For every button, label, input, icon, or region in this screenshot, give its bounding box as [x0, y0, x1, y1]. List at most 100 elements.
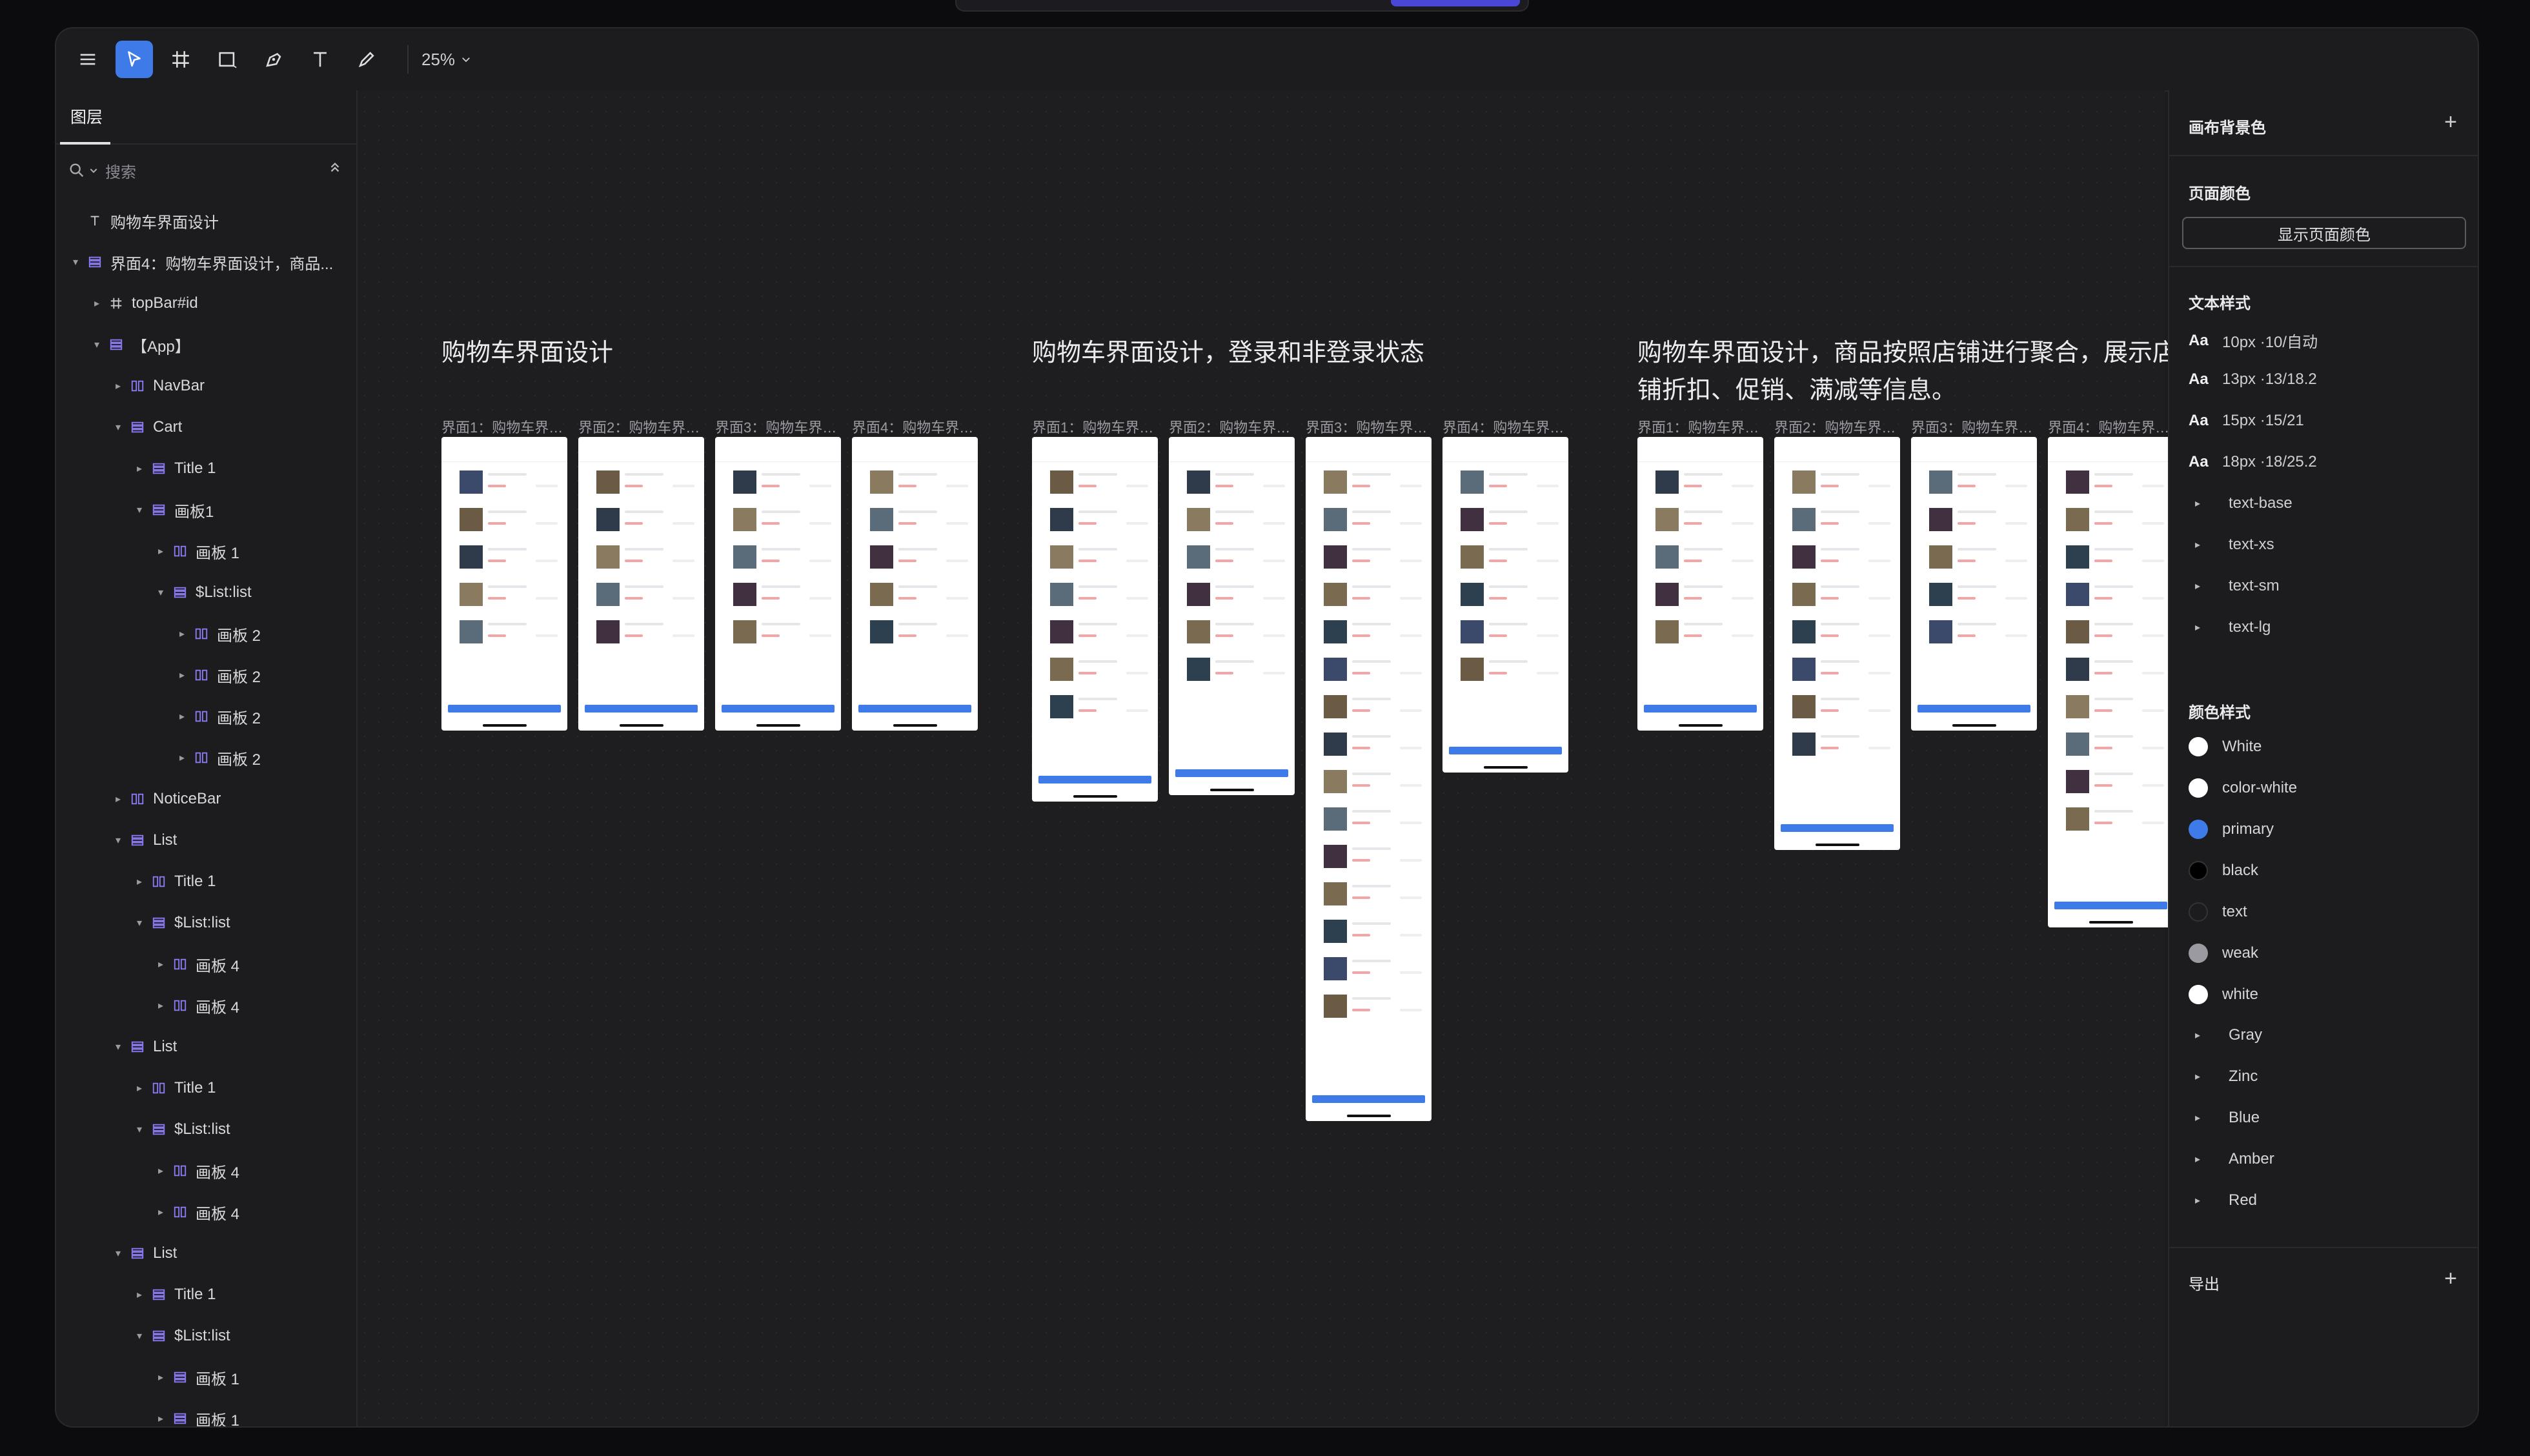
phone-frame[interactable]	[578, 437, 704, 731]
add-export-plus-icon[interactable]: +	[2444, 1266, 2457, 1291]
collapsed-caret-icon[interactable]: ▸	[153, 999, 168, 1012]
collapsed-caret-icon[interactable]: ▸	[132, 462, 147, 475]
collapsed-caret-icon[interactable]: ▸	[110, 793, 126, 805]
layer-row[interactable]: ▾ $List:list	[56, 1109, 356, 1150]
zoom-dropdown[interactable]: 25%	[421, 50, 472, 70]
expanded-caret-icon[interactable]: ▾	[110, 1040, 126, 1053]
frame-label[interactable]: 界面1：购物车界…	[441, 416, 567, 437]
group-title-2[interactable]: 购物车界面设计，登录和非登录状态	[1032, 334, 1548, 372]
layer-row[interactable]: ▾ Cart	[56, 407, 356, 448]
layer-row[interactable]: ▸ 画板 4	[56, 1150, 356, 1191]
expanded-caret-icon[interactable]: ▾	[132, 1330, 147, 1342]
expanded-caret-icon[interactable]: ▾	[68, 256, 83, 268]
color-style-group[interactable]: ▸ Zinc	[2189, 1067, 2258, 1086]
layer-row[interactable]: ▾ 画板1	[56, 489, 356, 531]
layer-row[interactable]: ▾ 【App】	[56, 324, 356, 365]
group-title-3[interactable]: 购物车界面设计，商品按照店铺进行聚合，展示店铺折扣、促销、满减等信息。	[1637, 334, 2192, 409]
frame-icon[interactable]	[162, 41, 199, 78]
phone-frame[interactable]	[1306, 437, 1432, 1121]
phone-frame[interactable]	[715, 437, 841, 731]
layer-row[interactable]: ▸ 画板 2	[56, 654, 356, 696]
expanded-caret-icon[interactable]: ▾	[153, 586, 168, 599]
layer-row[interactable]: 购物车界面设计	[56, 200, 356, 241]
collapsed-caret-icon[interactable]: ▸	[132, 1288, 147, 1301]
color-style-item[interactable]: text	[2189, 902, 2247, 922]
group-title-1[interactable]: 购物车界面设计	[441, 334, 893, 372]
add-canvas-bg-plus-icon[interactable]: +	[2444, 110, 2457, 135]
color-style-item[interactable]: White	[2189, 737, 2262, 756]
layer-row[interactable]: ▾ $List:list	[56, 572, 356, 613]
text-style-group[interactable]: ▸ text-xs	[2189, 536, 2274, 554]
layer-row[interactable]: ▾ List	[56, 1233, 356, 1274]
pencil-icon[interactable]	[348, 41, 385, 78]
collapsed-caret-icon[interactable]: ▸	[89, 297, 105, 310]
text-icon[interactable]	[301, 41, 339, 78]
frame-label[interactable]: 界面4：购物车界…	[2048, 416, 2174, 437]
collapsed-caret-icon[interactable]: ▸	[132, 1082, 147, 1095]
color-style-item[interactable]: weak	[2189, 944, 2258, 963]
layer-row[interactable]: ▾ 界面4：购物车界面设计，商品...	[56, 241, 356, 283]
expanded-caret-icon[interactable]: ▾	[110, 421, 126, 434]
collapsed-caret-icon[interactable]: ▸	[110, 379, 126, 392]
collapsed-caret-icon[interactable]: ▸	[174, 627, 190, 640]
text-style-item[interactable]: Aa 18px ·18/25.2	[2189, 453, 2317, 471]
frame-label[interactable]: 界面3：购物车界…	[1306, 416, 1432, 437]
collapsed-caret-icon[interactable]: ▸	[153, 545, 168, 558]
text-style-group[interactable]: ▸ text-lg	[2189, 618, 2271, 636]
expanded-caret-icon[interactable]: ▾	[110, 834, 126, 847]
collapsed-caret-icon[interactable]: ▸	[153, 1412, 168, 1425]
frame-label[interactable]: 界面1：购物车界…	[1032, 416, 1158, 437]
frame-label[interactable]: 界面2：购物车界…	[1774, 416, 1900, 437]
color-style-group[interactable]: ▸ Gray	[2189, 1026, 2262, 1044]
layer-row[interactable]: ▸ 画板 4	[56, 985, 356, 1026]
rectangle-icon[interactable]	[208, 41, 246, 78]
layer-search[interactable]: 搜索	[56, 145, 356, 196]
layer-row[interactable]: ▸ 画板 4	[56, 1191, 356, 1233]
text-style-item[interactable]: Aa 15px ·15/21	[2189, 412, 2304, 430]
layer-row[interactable]: ▾ List	[56, 820, 356, 861]
layer-row[interactable]: ▾ $List:list	[56, 1315, 356, 1357]
phone-frame[interactable]	[1774, 437, 1900, 850]
color-style-item[interactable]: primary	[2189, 820, 2274, 839]
collapsed-caret-icon[interactable]: ▸	[153, 1164, 168, 1177]
phone-frame[interactable]	[1169, 437, 1295, 795]
phone-frame[interactable]	[2048, 437, 2174, 927]
tab-layers[interactable]: 图层	[70, 105, 103, 128]
show-page-color-button[interactable]: 显示页面颜色	[2182, 217, 2466, 249]
collapsed-caret-icon[interactable]: ▸	[174, 710, 190, 723]
collapsed-caret-icon[interactable]: ▸	[132, 875, 147, 888]
collapse-all-icon[interactable]	[328, 160, 342, 174]
collapsed-caret-icon[interactable]: ▸	[174, 669, 190, 682]
text-style-item[interactable]: Aa 13px ·13/18.2	[2189, 370, 2317, 389]
frame-label[interactable]: 界面1：购物车界…	[1637, 416, 1763, 437]
layer-row[interactable]: ▸ 画板 2	[56, 613, 356, 654]
collapsed-caret-icon[interactable]: ▸	[174, 751, 190, 764]
text-style-item[interactable]: Aa 10px ·10/自动	[2189, 329, 2318, 352]
layer-row[interactable]: ▸ Title 1	[56, 1067, 356, 1109]
phone-frame[interactable]	[1032, 437, 1158, 802]
layer-row[interactable]: ▾ List	[56, 1026, 356, 1067]
color-style-item[interactable]: color-white	[2189, 778, 2297, 798]
menu-icon[interactable]	[69, 41, 106, 78]
layer-row[interactable]: ▸ Title 1	[56, 448, 356, 489]
phone-frame[interactable]	[852, 437, 978, 731]
phone-frame[interactable]	[441, 437, 567, 731]
collapsed-caret-icon[interactable]: ▸	[153, 1206, 168, 1218]
design-canvas[interactable]: 购物车界面设计 购物车界面设计，登录和非登录状态 购物车界面设计，商品按照店铺进…	[358, 90, 2177, 1426]
layer-row[interactable]: ▸ NoticeBar	[56, 778, 356, 820]
expanded-caret-icon[interactable]: ▾	[132, 916, 147, 929]
color-style-group[interactable]: ▸ Amber	[2189, 1150, 2274, 1168]
phone-frame[interactable]	[1637, 437, 1763, 731]
layer-row[interactable]: ▸ Title 1	[56, 1274, 356, 1315]
color-style-item[interactable]: black	[2189, 861, 2258, 880]
color-style-group[interactable]: ▸ Red	[2189, 1191, 2257, 1209]
frame-label[interactable]: 界面2：购物车界…	[578, 416, 704, 437]
color-style-item[interactable]: white	[2189, 985, 2258, 1004]
layer-row[interactable]: ▸ NavBar	[56, 365, 356, 407]
layer-row[interactable]: ▸ Title 1	[56, 861, 356, 902]
collapsed-caret-icon[interactable]: ▸	[153, 958, 168, 971]
frame-label[interactable]: 界面4：购物车界…	[1442, 416, 1568, 437]
expanded-caret-icon[interactable]: ▾	[110, 1247, 126, 1260]
select-icon[interactable]	[116, 41, 153, 78]
layer-row[interactable]: ▸ 画板 4	[56, 944, 356, 985]
